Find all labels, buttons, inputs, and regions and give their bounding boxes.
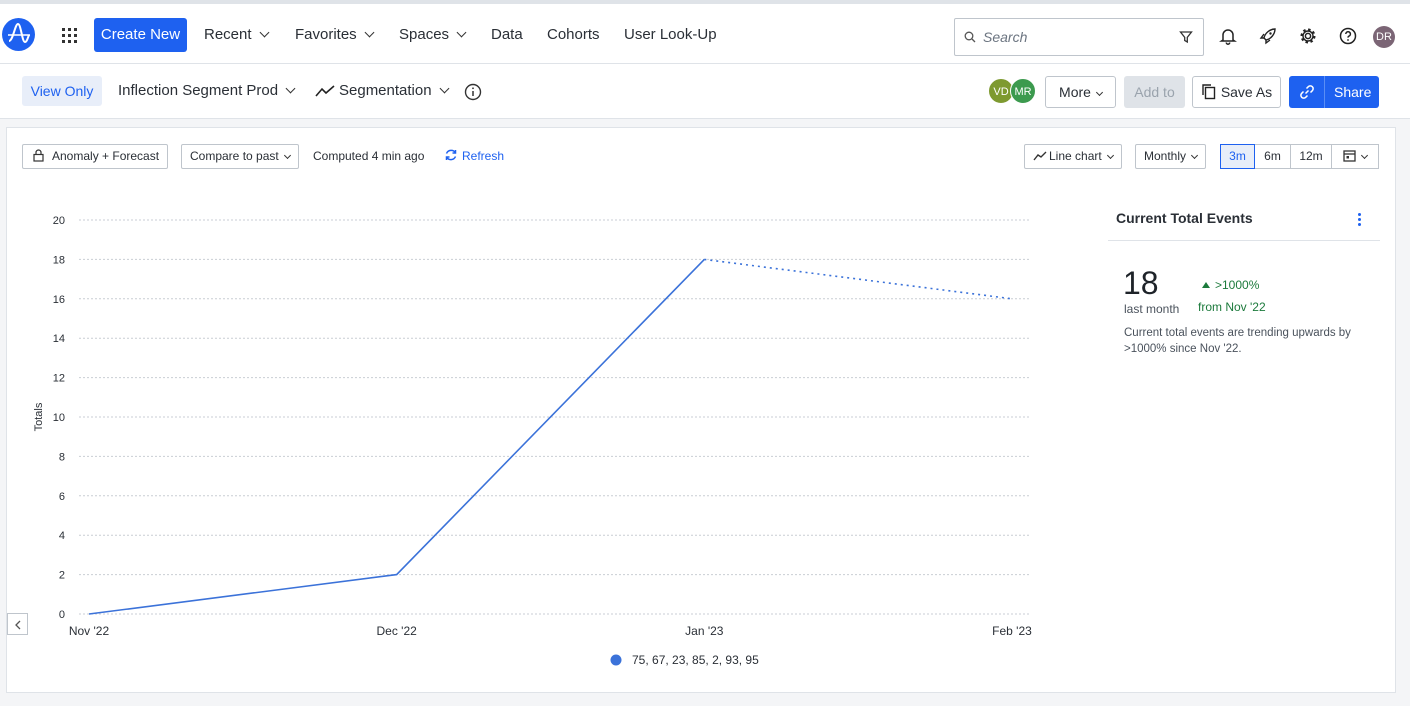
chevron-down-icon	[456, 27, 467, 38]
forecast-line	[704, 258, 1013, 300]
interval-label: Monthly	[1144, 149, 1187, 163]
chart-toolbar: View Only Inflection Segment Prod Segmen…	[0, 64, 1410, 119]
view-only-badge[interactable]: View Only	[22, 76, 102, 106]
create-new-button[interactable]: Create New	[94, 18, 187, 52]
summary-delta-label: >1000%	[1215, 278, 1260, 292]
y-tick-label: 2	[59, 570, 65, 582]
legend-label: 75, 67, 23, 85, 2, 93, 95	[632, 653, 759, 667]
nav-spaces[interactable]: Spaces	[399, 18, 467, 52]
settings-gear-icon[interactable]	[1298, 26, 1318, 46]
share-divider	[1324, 76, 1325, 108]
nav-recent[interactable]: Recent	[204, 18, 269, 52]
arrow-up-icon	[1202, 282, 1210, 288]
share-button[interactable]: Share	[1289, 76, 1379, 108]
summary-value: 18	[1123, 265, 1159, 301]
range-3m[interactable]: 3m	[1220, 144, 1255, 169]
chevron-down-icon	[364, 27, 375, 38]
range-12m[interactable]: 12m	[1290, 144, 1332, 169]
top-nav: Create New Recent Favorites Spaces Data …	[0, 0, 1410, 64]
share-label: Share	[1334, 84, 1372, 100]
nav-cohorts[interactable]: Cohorts	[547, 18, 600, 52]
summary-value-sub: last month	[1124, 302, 1180, 316]
search-input[interactable]	[983, 19, 1163, 55]
add-to-button[interactable]: Add to	[1124, 76, 1185, 108]
chevron-down-icon	[439, 83, 450, 94]
rocket-icon[interactable]	[1258, 26, 1278, 46]
chevron-left-icon	[15, 620, 21, 630]
y-tick-label: 8	[59, 451, 65, 463]
more-button[interactable]: More	[1045, 76, 1116, 108]
chevron-down-icon	[259, 27, 269, 38]
more-label: More	[1059, 84, 1091, 100]
chevron-down-icon	[1095, 88, 1103, 97]
summary-delta: >1000%	[1202, 278, 1259, 292]
search-box	[954, 18, 1204, 56]
chart-name-dropdown[interactable]: Inflection Segment Prod	[118, 76, 296, 106]
interval-dropdown[interactable]: Monthly	[1135, 144, 1207, 169]
summary-divider	[1108, 240, 1380, 241]
y-tick-label: 6	[59, 491, 65, 503]
y-axis-label: Totals	[33, 402, 45, 431]
viewer-avatar[interactable]: MR	[1010, 78, 1036, 104]
date-picker-dropdown[interactable]	[1331, 144, 1379, 169]
y-tick-label: 18	[53, 254, 65, 266]
line-trend-icon	[315, 85, 335, 97]
y-tick-label: 14	[53, 333, 65, 345]
more-options-icon[interactable]	[1354, 213, 1364, 227]
save-as-button[interactable]: Save As	[1192, 76, 1281, 108]
amplitude-logo[interactable]	[2, 18, 35, 51]
user-avatar[interactable]: DR	[1373, 26, 1395, 48]
filter-icon[interactable]	[1179, 30, 1193, 44]
summary-description: Current total events are trending upward…	[1124, 327, 1351, 355]
y-tick-label: 4	[59, 530, 65, 542]
chevron-down-icon	[1106, 151, 1114, 160]
info-icon[interactable]	[464, 83, 482, 106]
chevron-down-icon	[285, 83, 296, 94]
legend-swatch	[610, 654, 622, 666]
nav-recent-label: Recent	[204, 26, 252, 43]
calendar-icon	[1343, 150, 1356, 162]
x-tick-label: Jan '23	[685, 624, 724, 638]
chevron-down-icon	[1190, 151, 1199, 160]
nav-data[interactable]: Data	[491, 18, 523, 52]
x-tick-label: Dec '22	[377, 624, 418, 638]
copy-icon	[1202, 84, 1216, 100]
summary-title: Current Total Events	[1116, 210, 1253, 226]
y-tick-label: 0	[59, 609, 65, 621]
y-tick-label: 12	[53, 373, 65, 385]
notifications-bell-icon[interactable]	[1218, 26, 1238, 46]
chart-card: Anomaly + Forecast Compare to past Compu…	[6, 127, 1396, 693]
chart-type-dropdown[interactable]: Segmentation	[315, 76, 450, 106]
help-icon[interactable]	[1338, 26, 1358, 46]
nav-favorites[interactable]: Favorites	[295, 18, 375, 52]
link-icon	[1300, 85, 1314, 99]
chart-type-label: Segmentation	[339, 82, 432, 99]
chart-name-label: Inflection Segment Prod	[118, 82, 279, 99]
x-tick-label: Feb '23	[992, 624, 1032, 638]
chevron-down-icon	[1360, 151, 1369, 160]
save-as-label: Save As	[1220, 84, 1273, 100]
nav-user-lookup[interactable]: User Look-Up	[624, 18, 717, 52]
line-chart: 0 2 4 6 8 10 12 14 16 18 20 Nov '22 Dec '22 Jan '23 Fe…	[33, 215, 1032, 667]
app-grid-icon[interactable]	[62, 28, 77, 43]
summary-delta-sub: from Nov '22	[1198, 300, 1266, 314]
search-icon	[964, 31, 976, 43]
series-line	[88, 258, 705, 615]
x-tick-label: Nov '22	[69, 624, 110, 638]
nav-spaces-label: Spaces	[399, 26, 450, 43]
collapse-panel-button[interactable]	[7, 613, 28, 635]
y-tick-label: 10	[53, 412, 65, 424]
y-tick-label: 20	[53, 215, 65, 227]
range-6m[interactable]: 6m	[1254, 144, 1291, 169]
nav-favorites-label: Favorites	[295, 26, 357, 43]
y-tick-label: 16	[53, 294, 65, 306]
